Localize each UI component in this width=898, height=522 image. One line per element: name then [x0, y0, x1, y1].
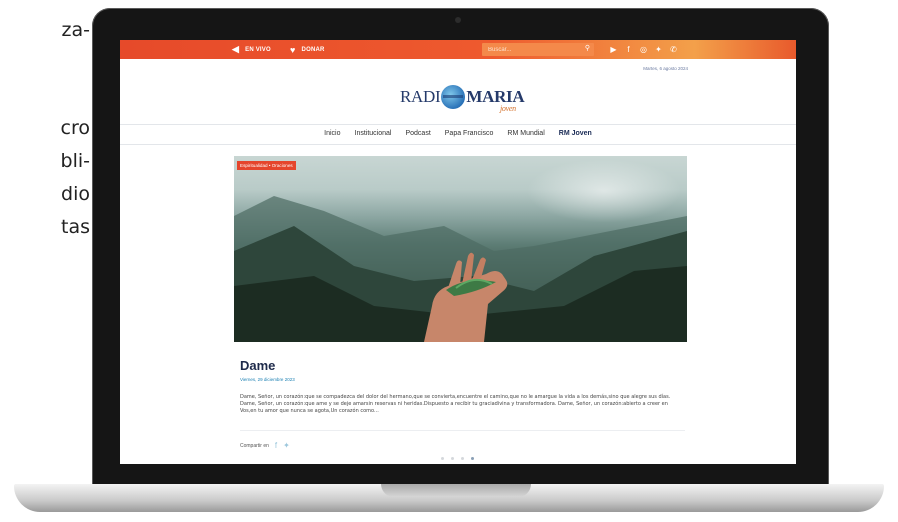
twitter-icon[interactable]: ✦ [283, 441, 290, 450]
side-text-line: za- [61, 19, 90, 41]
site-logo[interactable]: RADI MARIA joven [400, 82, 525, 113]
search-icon[interactable]: ⚲ [585, 44, 590, 52]
carousel-dot[interactable] [461, 457, 464, 460]
top-bar: ◀ EN VIVO ♥ DONAR ⚲ ▶ f ◎ ✦ ✆ [120, 40, 796, 59]
carousel-dots [441, 457, 474, 460]
facebook-icon[interactable]: f [275, 441, 277, 450]
side-text: za- [0, 14, 90, 47]
side-text-line: tas [61, 216, 90, 238]
main-nav: Inicio Institucional Podcast Papa Franci… [120, 125, 796, 145]
social-links: ▶ f ◎ ✦ ✆ [606, 42, 681, 57]
camera-icon [455, 17, 461, 23]
hero-image[interactable]: Espiritualidad • Oraciones [234, 156, 687, 342]
twitter-icon[interactable]: ✦ [651, 45, 666, 54]
nav-item-institucional[interactable]: Institucional [354, 125, 392, 145]
donate-button[interactable]: ♥ DONAR [290, 40, 325, 59]
carousel-dot[interactable] [441, 457, 444, 460]
instagram-icon[interactable]: ◎ [636, 45, 651, 54]
side-text-line: cro [60, 117, 90, 139]
article-divider [240, 430, 685, 431]
heart-icon: ♥ [290, 44, 296, 55]
nav-item-rm-joven[interactable]: RM Joven [558, 125, 592, 145]
share-label: Compartir en [240, 442, 269, 449]
current-date: Martes, 6 agosto 2024 [643, 66, 688, 71]
laptop-screen: ◀ EN VIVO ♥ DONAR ⚲ ▶ f ◎ ✦ ✆ Martes, 6 … [120, 40, 796, 464]
nav-item-inicio[interactable]: Inicio [324, 125, 341, 145]
article-date: Viernes, 29 diciembre 2023 [240, 377, 295, 382]
share-row: Compartir en f ✦ [240, 441, 290, 450]
article-title[interactable]: Dame [240, 358, 275, 373]
carousel-dot-active[interactable] [471, 457, 474, 460]
speaker-icon: ◀ [232, 44, 240, 54]
logo-text-radio: RADI [400, 87, 441, 106]
side-text: cro bli- dio tas [0, 112, 90, 244]
logo-text-joven: joven [500, 104, 516, 113]
search-box: ⚲ [482, 43, 594, 56]
article-body: Dame, Señor, un corazón:que se compadezc… [240, 394, 671, 415]
side-text-line: dio [61, 183, 90, 205]
whatsapp-icon[interactable]: ✆ [666, 45, 681, 54]
nav-item-podcast[interactable]: Podcast [405, 125, 431, 145]
nav-divider [120, 144, 796, 145]
side-text-line: bli- [60, 150, 90, 172]
globe-icon [441, 85, 466, 109]
youtube-icon[interactable]: ▶ [606, 45, 621, 54]
laptop-notch [381, 484, 531, 497]
facebook-icon[interactable]: f [621, 45, 636, 54]
nav-item-rm-mundial[interactable]: RM Mundial [507, 125, 545, 145]
landscape-illustration [234, 196, 687, 342]
nav-item-papa-francisco[interactable]: Papa Francisco [444, 125, 494, 145]
category-tag[interactable]: Espiritualidad • Oraciones [237, 161, 296, 170]
search-input[interactable] [486, 44, 580, 56]
live-button[interactable]: ◀ EN VIVO [232, 40, 271, 59]
donate-label: DONAR [301, 46, 325, 53]
live-label: EN VIVO [245, 46, 271, 53]
carousel-dot[interactable] [451, 457, 454, 460]
